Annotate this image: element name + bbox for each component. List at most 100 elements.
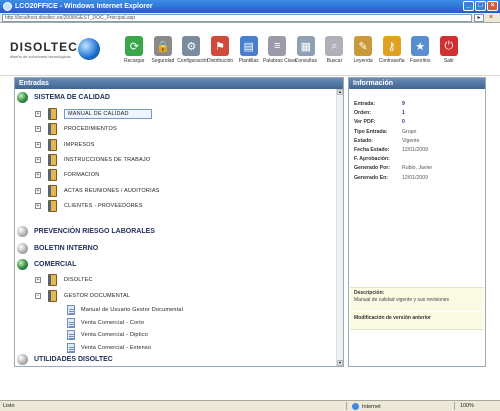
tree-node-sistema-child[interactable]: + MANUAL DE CALIDAD [35,108,152,120]
folder-icon [48,153,57,166]
tree-node-sistema-calidad[interactable]: SISTEMA DE CALIDAD [17,92,110,103]
configuraci-n-button[interactable]: ⚙ Configuración [177,36,208,64]
tree-node-sistema-child[interactable]: + CLIENTES - PROVEEDORES [35,199,143,212]
modification-box: Modificación de versión anterior [350,312,484,330]
expand-icon[interactable]: + [35,156,41,163]
folder-icon [48,199,57,212]
expand-icon[interactable]: + [35,277,41,283]
tree-node-prevencion[interactable]: PREVENCIÓN RIESGO LABORALES [17,226,155,237]
document-icon [67,342,75,353]
info-body: Descripción: Manual de calidad vigente y… [349,89,485,366]
address-bar: http://localhost.disoltec.es/2008/GEST_D… [0,13,500,23]
close-button[interactable]: × [487,1,498,11]
disoltec-logo: DISOLTEC diseño de soluciones tecnológic… [10,40,78,59]
info-panel: Información Descripción: Manual de calid… [348,77,486,367]
contrase-a-button[interactable]: ⚷ Contraseña [377,36,406,64]
tree-node-comercial[interactable]: COMERCIAL [17,259,76,270]
ie-icon [3,2,12,11]
lock-icon: 🔒 [153,36,172,56]
tree-node-document[interactable]: Venta Comercial - Corto [67,317,144,328]
info-row: Entrada: 9 [354,101,405,107]
description-box: Descripción: Manual de calidad vigente y… [350,287,484,311]
globe-icon [17,92,28,103]
expand-icon[interactable]: + [35,111,41,117]
distribuci-n-button[interactable]: ⚑ Distribución [206,36,235,64]
folder-icon [48,184,57,197]
search-icon: ⌕ [325,36,344,56]
info-panel-title: Información [349,78,485,89]
consultas-button[interactable]: ▦ Consultas [292,36,321,64]
address-input[interactable]: http://localhost.disoltec.es/2008/GEST_D… [2,14,472,22]
globe-icon [17,259,28,270]
tree-node-utilidades[interactable]: UTILIDADES DISOLTEC [17,354,113,365]
scroll-up-icon[interactable]: ▲ [337,89,343,95]
folder-icon [48,123,57,136]
tree-node-gestor-documental[interactable]: − GESTOR DOCUMENTAL [35,290,130,302]
folder-icon [48,274,57,286]
buscar-button[interactable]: ⌕ Buscar [320,36,349,64]
tree-node-sistema-child[interactable]: + IMPRESOS [35,138,95,151]
tree-node-sistema-child[interactable]: + FORMACION [35,169,99,182]
info-row: Estado: Vigente [354,137,420,144]
folder-icon [48,169,57,182]
window-title: LCO20FFICE - Windows Internet Explorer [15,3,153,10]
info-row: Tipo Entrada: Grupo [354,128,417,135]
refresh-icon: ⟳ [125,36,144,56]
printer-icon: ⚙ [182,36,201,56]
distribution-icon: ⚑ [211,36,230,56]
favorites-icon: ★ [411,36,430,56]
tree-node-disoltec[interactable]: + DISOLTEC [35,274,93,286]
gray-ball-icon [17,354,28,365]
exit-icon: ⏻ [439,36,458,56]
gray-ball-icon [17,226,28,237]
tree-node-document[interactable]: Venta Comercial - Extenso [67,342,151,353]
expand-icon[interactable]: + [35,141,41,148]
window-titlebar: LCO20FFICE - Windows Internet Explorer _… [0,0,500,13]
document-icon [67,330,75,340]
expand-icon[interactable]: + [35,126,41,133]
keywords-icon: ≡ [268,36,287,56]
tree-scrollbar[interactable]: ▲ ▼ [336,89,343,366]
palabras-clave-button[interactable]: ≡ Palabras Clave [263,36,297,64]
plantillas-button[interactable]: ▤ Plantillas [234,36,263,64]
info-row: Generado Por: Rubio, Javier [354,165,433,172]
leyenda-button[interactable]: ✎ Leyenda [349,36,378,64]
collapse-icon[interactable]: − [35,293,41,299]
stop-icon[interactable]: × [486,14,496,22]
info-row: Orden: 1 [354,110,405,117]
globe-icon [78,38,100,60]
folder-icon [48,108,57,120]
expand-icon[interactable]: + [35,202,41,209]
tree-node-sistema-child[interactable]: + INSTRUCCIONES DE TRABAJO [35,153,150,166]
internet-zone-icon [352,403,359,410]
minimize-button[interactable]: _ [463,1,474,11]
info-row: Ver PDF: 0 [354,119,405,126]
tree-node-sistema-child[interactable]: + ACTAS REUNIONES / AUDITORIAS [35,184,160,197]
tree-node-document[interactable]: Venta Comercial - Diptico [67,330,148,340]
entries-tree: ▲ ▼ SISTEMA DE CALIDAD + MANUAL DE CALIDA… [15,89,343,366]
info-row: Generado En: 12/01/2009 [354,174,428,181]
seguridad-button[interactable]: 🔒 Seguridad [149,36,178,64]
folder-icon [48,290,57,302]
internet-zone: Internet [352,403,381,410]
info-row: Fecha Estado: 12/01/2009 [354,147,428,153]
maximize-button[interactable]: □ [475,1,486,11]
status-text: Listo [3,403,15,409]
legend-icon: ✎ [354,36,373,56]
key-icon: ⚷ [382,36,401,56]
salir-button[interactable]: ⏻ Salir [435,36,464,64]
info-row: F. Aprobación: [354,156,390,163]
expand-icon[interactable]: + [35,187,41,194]
recargar-button[interactable]: ⟳ Recargar [120,36,149,64]
status-bar: Listo Internet 100% [0,400,500,411]
favoritos-button[interactable]: ★ Favoritos [406,36,435,64]
zoom-level[interactable]: 100% [460,403,474,409]
scroll-down-icon[interactable]: ▼ [337,360,343,366]
tree-node-document[interactable]: Manual de Usuario Gestor Documental [67,305,183,315]
expand-icon[interactable]: + [35,172,41,179]
document-icon [67,305,75,315]
tree-node-boletin[interactable]: BOLETIN INTERNO [17,243,98,254]
app-header: DISOLTEC diseño de soluciones tecnológic… [0,24,500,76]
go-arrow-icon[interactable]: ▸ [474,14,484,22]
tree-node-sistema-child[interactable]: + PROCEDIMIENTOS [35,123,117,136]
